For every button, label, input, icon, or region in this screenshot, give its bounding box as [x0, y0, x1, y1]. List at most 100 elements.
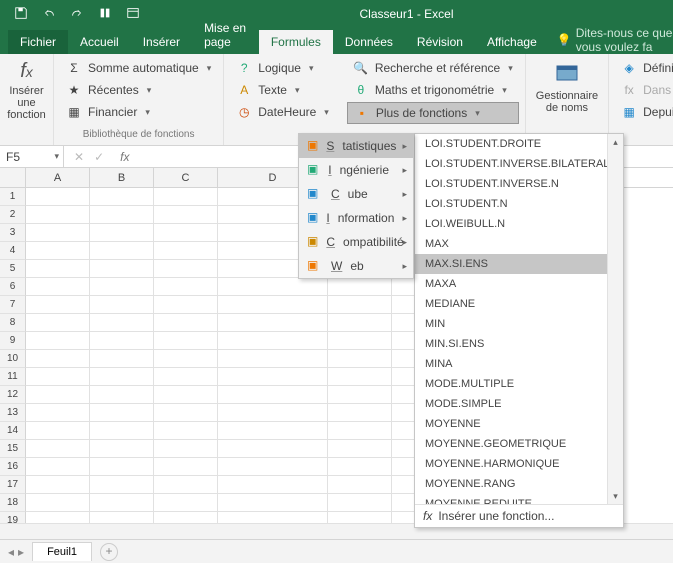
function-item[interactable]: MEDIANE [415, 294, 623, 314]
cell[interactable] [90, 224, 154, 242]
row-header[interactable]: 13 [0, 404, 26, 422]
function-item[interactable]: LOI.WEIBULL.N [415, 214, 623, 234]
function-item[interactable]: LOI.STUDENT.INVERSE.BILATERALE [415, 154, 623, 174]
add-sheet-button[interactable]: + [100, 543, 118, 561]
cell[interactable] [328, 458, 392, 476]
undo-icon[interactable] [42, 6, 56, 23]
cell[interactable] [26, 494, 90, 512]
cell[interactable] [154, 242, 218, 260]
function-item[interactable]: LOI.STUDENT.N [415, 194, 623, 214]
row-header[interactable]: 3 [0, 224, 26, 242]
cell[interactable] [154, 386, 218, 404]
sheet-tab[interactable]: Feuil1 [32, 542, 92, 561]
cell[interactable] [154, 404, 218, 422]
cell[interactable] [26, 224, 90, 242]
function-item[interactable]: MODE.MULTIPLE [415, 374, 623, 394]
logical-button[interactable]: ?Logique▾ [230, 58, 335, 78]
cell[interactable] [328, 368, 392, 386]
cell[interactable] [90, 188, 154, 206]
cell[interactable] [154, 188, 218, 206]
tab-insert[interactable]: Insérer [131, 30, 192, 54]
tell-me[interactable]: 💡Dites-nous ce que vous voulez fa [557, 26, 673, 54]
cell[interactable] [26, 404, 90, 422]
row-header[interactable]: 16 [0, 458, 26, 476]
row-header[interactable]: 8 [0, 314, 26, 332]
row-header[interactable]: 6 [0, 278, 26, 296]
cell[interactable] [26, 458, 90, 476]
cell[interactable] [328, 296, 392, 314]
tab-layout[interactable]: Mise en page [192, 16, 259, 54]
row-header[interactable]: 1 [0, 188, 26, 206]
cell[interactable] [154, 314, 218, 332]
cell[interactable] [90, 314, 154, 332]
function-item[interactable]: MIN.SI.ENS [415, 334, 623, 354]
cell[interactable] [26, 206, 90, 224]
function-item[interactable]: MAX [415, 234, 623, 254]
row-header[interactable]: 18 [0, 494, 26, 512]
function-item[interactable]: MAXA [415, 274, 623, 294]
cell[interactable] [90, 260, 154, 278]
cell[interactable] [218, 350, 328, 368]
cell[interactable] [154, 260, 218, 278]
cell[interactable] [328, 332, 392, 350]
tab-review[interactable]: Révision [405, 30, 475, 54]
function-item[interactable]: MOYENNE.REDUITE [415, 494, 623, 504]
cell[interactable] [328, 440, 392, 458]
cell[interactable] [218, 368, 328, 386]
cell[interactable] [90, 386, 154, 404]
cell[interactable] [154, 224, 218, 242]
sheet-nav-prev-icon[interactable]: ◂ [8, 545, 14, 559]
cell[interactable] [90, 296, 154, 314]
cell[interactable] [154, 422, 218, 440]
recent-button[interactable]: ★Récentes▾ [60, 80, 217, 100]
cell[interactable] [154, 458, 218, 476]
cell[interactable] [90, 458, 154, 476]
submenu-item-info[interactable]: ▣Information▸ [299, 206, 413, 230]
cell[interactable] [26, 332, 90, 350]
insert-function-link[interactable]: fxInsérer une fonction... [415, 504, 623, 527]
row-header[interactable]: 14 [0, 422, 26, 440]
row-header[interactable]: 10 [0, 350, 26, 368]
tab-view[interactable]: Affichage [475, 30, 549, 54]
cell[interactable] [328, 476, 392, 494]
cell[interactable] [218, 494, 328, 512]
more-functions-button[interactable]: ▪Plus de fonctions▾ [347, 102, 519, 124]
cell[interactable] [218, 296, 328, 314]
function-item[interactable]: MOYENNE.GEOMETRIQUE [415, 434, 623, 454]
cell[interactable] [90, 494, 154, 512]
cell[interactable] [328, 404, 392, 422]
define-name-button[interactable]: ◈Définir un nom▾ [615, 58, 673, 78]
cell[interactable] [154, 296, 218, 314]
tab-data[interactable]: Données [333, 30, 405, 54]
function-item[interactable]: MOYENNE [415, 414, 623, 434]
cell[interactable] [154, 206, 218, 224]
tab-file[interactable]: Fichier [8, 30, 68, 54]
cell[interactable] [154, 476, 218, 494]
row-header[interactable]: 9 [0, 332, 26, 350]
cell[interactable] [218, 422, 328, 440]
cell[interactable] [218, 278, 328, 296]
touch-icon[interactable] [98, 6, 112, 23]
cell[interactable] [154, 332, 218, 350]
cell[interactable] [154, 494, 218, 512]
scroll-up-icon[interactable]: ▴ [608, 134, 623, 150]
cell[interactable] [26, 386, 90, 404]
cell[interactable] [26, 422, 90, 440]
name-manager-button[interactable]: Gestionnaire de noms [532, 58, 602, 116]
submenu-item-cube[interactable]: ▣Cube▸ [299, 182, 413, 206]
scroll-down-icon[interactable]: ▾ [608, 488, 623, 504]
cell[interactable] [90, 476, 154, 494]
fx-label[interactable]: fx [114, 150, 129, 164]
cell[interactable] [90, 422, 154, 440]
cell[interactable] [90, 332, 154, 350]
text-button[interactable]: ATexte▾ [230, 80, 335, 100]
menu-scrollbar[interactable]: ▴ ▾ [607, 134, 623, 504]
financial-button[interactable]: ▦Financier▾ [60, 102, 217, 122]
cell[interactable] [90, 278, 154, 296]
cell[interactable] [26, 278, 90, 296]
cell[interactable] [328, 278, 392, 296]
function-item[interactable]: MOYENNE.RANG [415, 474, 623, 494]
row-header[interactable]: 12 [0, 386, 26, 404]
column-header[interactable]: B [90, 168, 154, 187]
function-item[interactable]: LOI.STUDENT.INVERSE.N [415, 174, 623, 194]
